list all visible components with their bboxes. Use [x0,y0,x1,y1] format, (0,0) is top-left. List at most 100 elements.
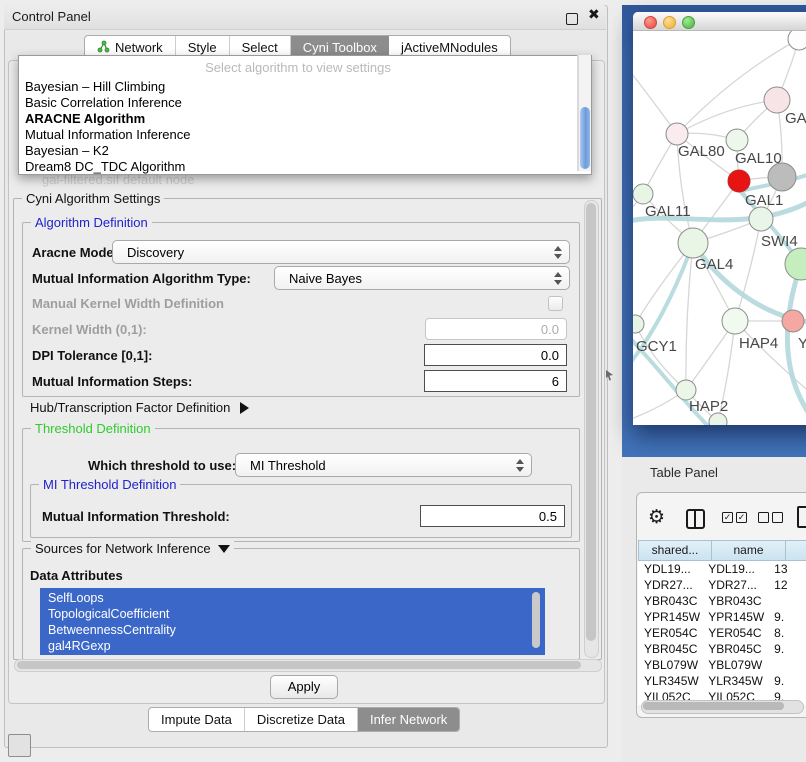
table-cell: YLR345W [638,673,704,689]
kernel-width-label: Kernel Width (0,1): [32,322,147,337]
network-node[interactable] [782,310,804,332]
dpi-tolerance-field[interactable]: 0.0 [424,344,567,366]
attributes-scrollbar[interactable] [532,592,540,648]
deselect-all-columns-icon[interactable] [772,512,783,523]
table-cell: YPR145W [704,609,770,625]
split-columns-icon[interactable] [686,509,705,529]
table-row[interactable]: YER054CYER054C8. [638,625,806,641]
table-cell: YBR043C [704,593,770,609]
node-label: GAL4 [695,256,733,273]
network-labels: GALGAL80GAL10GAL1GAL11SWI4GAL4GCY1HAP4YH… [636,110,806,415]
algorithm-option[interactable]: Dream8 DC_TDC Algorithm [19,159,581,175]
table-horizontal-scroll-thumb[interactable] [643,702,784,710]
float-window-icon[interactable] [566,13,578,25]
minimized-panel-icon[interactable] [8,734,31,757]
cyni-bottom-tabs: Impute Data Discretize Data Infer Networ… [148,707,460,732]
mi-steps-field[interactable]: 6 [424,370,567,392]
deselect-all-columns-icon[interactable] [758,512,769,523]
which-threshold-combo[interactable]: MI Threshold [235,453,532,477]
column-header-name[interactable]: name [712,540,786,561]
algorithm-option[interactable]: Bayesian – Hill Climbing [19,79,581,95]
tab-label: jActiveMNodules [401,40,498,55]
manual-kernel-width-checkbox[interactable] [548,296,563,311]
node-label: GAL80 [678,143,725,160]
select-all-columns-icon[interactable]: ✓ [736,512,747,523]
table-cell: YBR043C [638,593,704,609]
algorithm-option-selected[interactable]: ARACNE Algorithm [19,111,581,127]
mi-algorithm-type-combo[interactable]: Naive Bayes [274,266,570,290]
network-node[interactable] [676,380,696,400]
select-all-columns-icon[interactable]: ✓ [722,512,733,523]
settings-horizontal-scroll-thumb[interactable] [17,661,581,669]
data-attributes-list: SelfLoops TopologicalCoefficient Between… [40,588,545,655]
sources-toggle[interactable]: Sources for Network Inference [31,541,234,556]
group-title: Threshold Definition [31,421,155,436]
kernel-width-field[interactable]: 0.0 [425,318,567,340]
node-label: GAL1 [745,192,783,209]
algorithm-dropdown-popup: Select algorithm to view settings Bayesi… [18,55,592,175]
popup-scroll-thumb[interactable] [580,107,590,169]
window-title: Control Panel [12,9,91,24]
popup-scrollbar[interactable] [577,55,590,171]
algorithm-option[interactable]: Mutual Information Inference [19,127,581,143]
combo-arrows-icon [554,246,562,259]
network-node[interactable] [785,248,806,280]
hub-definition-toggle[interactable]: Hub/Transcription Factor Definition [30,400,249,415]
network-node[interactable] [726,129,748,151]
mi-threshold-label: Mutual Information Threshold: [42,509,230,524]
tab-impute-data[interactable]: Impute Data [149,708,245,731]
network-node[interactable] [633,315,644,333]
aracne-mode-combo[interactable]: Discovery [112,240,570,264]
attribute-item[interactable]: TopologicalCoefficient [40,606,545,622]
apply-button[interactable]: Apply [270,675,338,699]
zoom-traffic-light[interactable] [682,16,695,29]
network-canvas[interactable]: GALGAL80GAL10GAL1GAL11SWI4GAL4GCY1HAP4YH… [633,31,806,425]
table-cell: 8. [770,625,806,641]
combo-value: Naive Bayes [289,271,362,286]
gear-icon[interactable]: ⚙ [648,506,665,529]
close-traffic-light[interactable] [644,16,657,29]
tab-label: Style [188,40,217,55]
minimize-traffic-light[interactable] [663,16,676,29]
tab-label: Cyni Toolbox [303,40,377,55]
node-label: HAP4 [739,335,778,352]
node-table: YDL19...YDL19...13YDR27...YDR27...12YBR0… [638,561,806,705]
column-header-shared-name[interactable]: shared... [638,540,712,561]
close-icon[interactable]: ✖ [588,6,600,23]
table-row[interactable]: YBR045CYBR045C9. [638,641,806,657]
table-row[interactable]: YBR043CYBR043C [638,593,806,609]
node-label: Y [798,335,806,352]
network-window-titlebar[interactable] [633,12,806,31]
algorithm-option[interactable]: Basic Correlation Inference [19,95,581,111]
table-cell: YBR045C [704,641,770,657]
tab-infer-network[interactable]: Infer Network [358,708,459,731]
table-cell: YPR145W [638,609,704,625]
table-row[interactable]: YDR27...YDR27...12 [638,577,806,593]
network-node[interactable] [722,308,748,334]
tab-discretize-data[interactable]: Discretize Data [245,708,358,731]
settings-vertical-scroll-thumb[interactable] [586,203,596,641]
table-row[interactable]: YLR345WYLR345W9. [638,673,806,689]
network-node[interactable] [678,228,708,258]
network-node[interactable] [768,163,796,191]
attribute-item[interactable]: BetweennessCentrality [40,622,545,638]
table-cell: 9. [770,609,806,625]
network-node[interactable] [788,31,806,50]
new-table-icon[interactable] [797,506,806,528]
attribute-item[interactable]: gal4RGexp [40,638,545,654]
algorithm-option[interactable]: Bayesian – K2 [19,143,581,159]
table-cell: YBL079W [704,657,770,673]
group-title: Cyni Algorithm Settings [22,191,164,206]
table-row[interactable]: YPR145WYPR145W9. [638,609,806,625]
table-cell [770,657,806,673]
network-node[interactable] [666,123,688,145]
network-node[interactable] [728,170,750,192]
network-node[interactable] [633,184,653,204]
table-row[interactable]: YDL19...YDL19...13 [638,561,806,577]
attribute-item[interactable]: SelfLoops [40,590,545,606]
node-label: HAP2 [689,398,728,415]
network-node[interactable] [749,207,773,231]
table-row[interactable]: YBL079WYBL079W [638,657,806,673]
mi-threshold-field[interactable]: 0.5 [420,505,565,527]
column-header-clipped[interactable]: A [786,540,806,561]
